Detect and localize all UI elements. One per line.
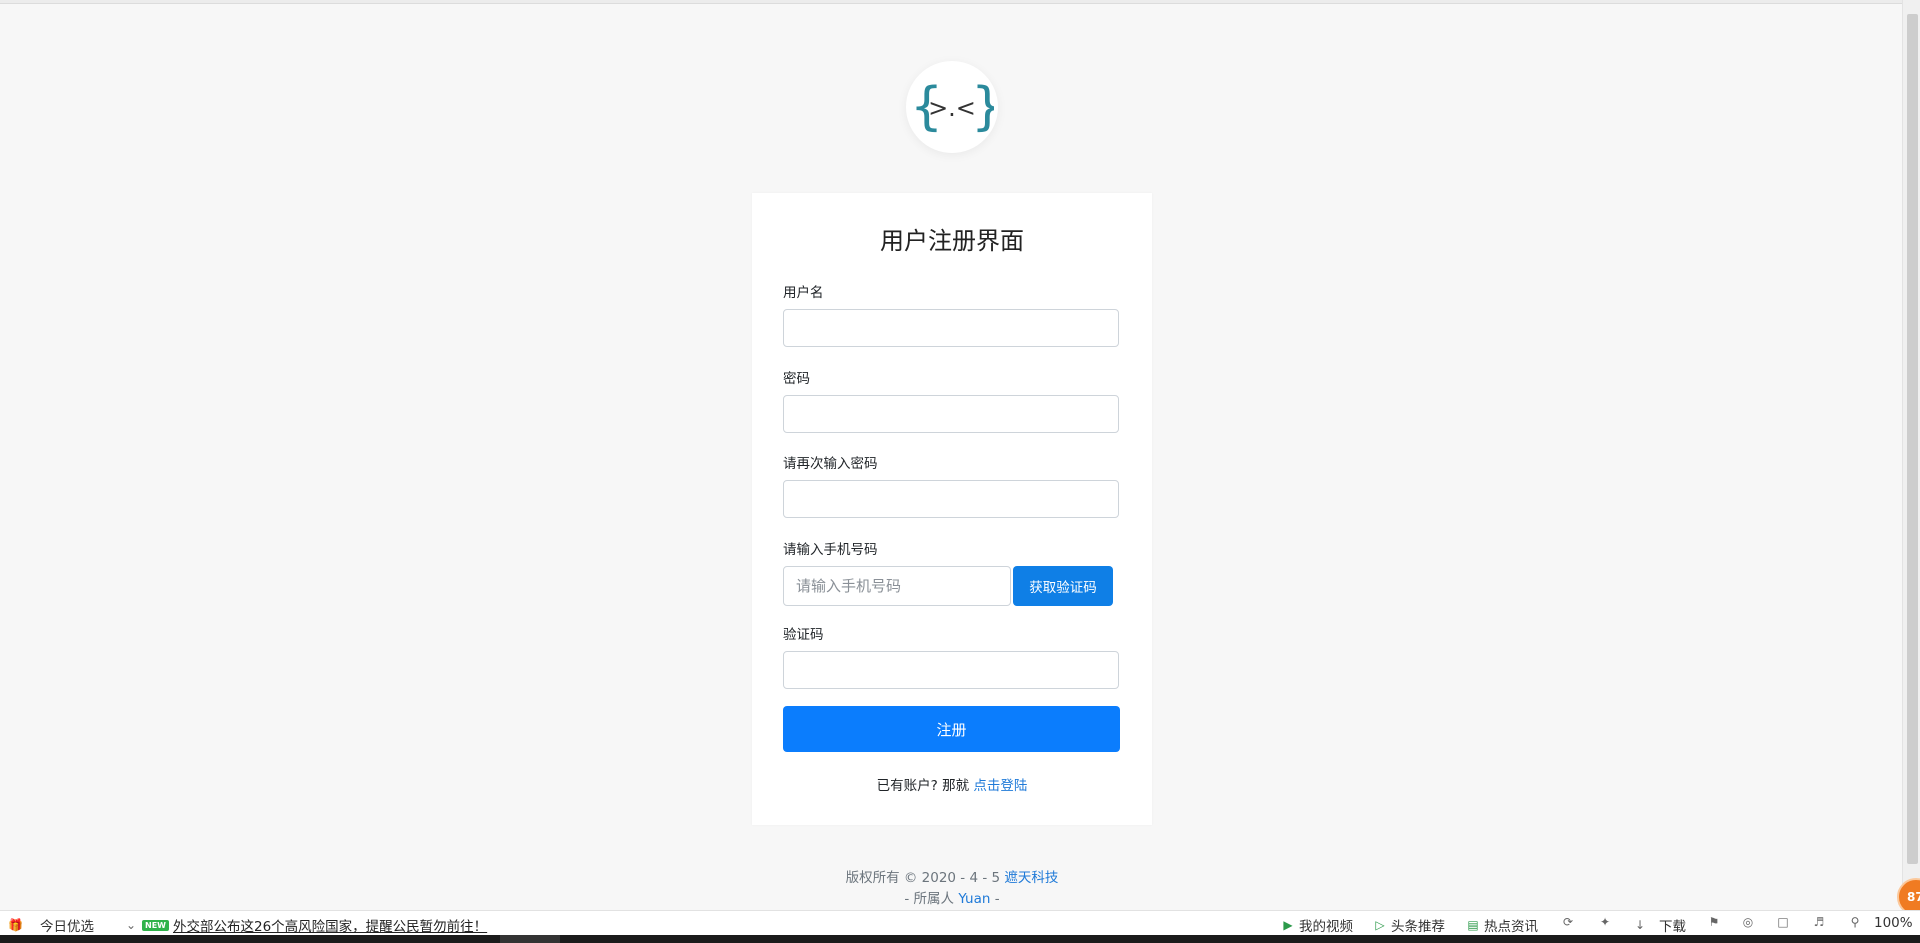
volume-icon[interactable]: ♬ xyxy=(1812,915,1826,929)
get-code-button[interactable]: 获取验证码 xyxy=(1013,566,1113,606)
news-icon: ▤ xyxy=(1467,918,1479,932)
play-circle-icon: ▷ xyxy=(1375,918,1385,932)
owner-link[interactable]: Yuan xyxy=(958,891,990,907)
phone-input[interactable] xyxy=(783,566,1011,606)
login-prompt: 已有账户? 那就 点击登陆 xyxy=(752,774,1152,794)
today-picks-label: 今日优选 xyxy=(40,919,94,935)
login-prompt-text: 已有账户? 那就 xyxy=(876,778,970,794)
browser-status-bar: 🎁 今日优选 ⌄ NEW 外交部公布这26个高风险国家，提醒公民暂勿前往！ ▶ … xyxy=(0,910,1920,936)
today-picks[interactable]: 🎁 今日优选 xyxy=(8,915,94,935)
browser-icon[interactable]: ◎ xyxy=(1741,915,1755,929)
username-input[interactable] xyxy=(783,309,1119,347)
logo-face-icon: { >.< } xyxy=(910,77,994,137)
flag-icon[interactable]: ⚑ xyxy=(1707,915,1721,929)
download[interactable]: ↓ 下载 xyxy=(1633,915,1686,935)
password-label: 密码 xyxy=(783,371,810,387)
new-badge: NEW xyxy=(142,919,169,931)
code-label: 验证码 xyxy=(783,627,824,643)
vertical-scrollbar[interactable] xyxy=(1902,0,1920,906)
register-button[interactable]: 注册 xyxy=(783,706,1120,752)
zoom-search-icon[interactable]: ⚲ xyxy=(1848,915,1862,929)
footer-owner: - 所属人 Yuan - xyxy=(752,887,1152,907)
hot-news-label: 热点资讯 xyxy=(1484,919,1538,935)
username-label: 用户名 xyxy=(783,285,824,301)
zoom-label: 100% xyxy=(1874,915,1913,931)
taskbar-strip xyxy=(0,935,1920,943)
register-card: 用户注册界面 用户名 密码 请再次输入密码 请输入手机号码 获取验证码 验证码 … xyxy=(752,193,1152,825)
footer-copyright: 版权所有 © 2020 - 4 - 5 遮天科技 xyxy=(752,866,1152,886)
taskbar-segment xyxy=(500,935,560,943)
login-link[interactable]: 点击登陆 xyxy=(973,778,1027,794)
window-icon[interactable]: □ xyxy=(1776,915,1790,929)
badge-count: 87 xyxy=(1907,890,1920,904)
download-label: 下载 xyxy=(1659,919,1686,935)
pin-icon[interactable]: ✦ xyxy=(1598,915,1612,929)
confirm-password-input[interactable] xyxy=(783,480,1119,518)
gift-icon: 🎁 xyxy=(8,918,23,932)
site-logo: { >.< } xyxy=(906,61,998,153)
zoom-level[interactable]: 100% xyxy=(1874,915,1913,931)
svg-text:}: } xyxy=(971,77,994,137)
password-input[interactable] xyxy=(783,395,1119,433)
headline-rec[interactable]: ▷ 头条推荐 xyxy=(1373,915,1445,935)
owner-suffix: - xyxy=(994,891,1000,907)
confirm-password-label: 请再次输入密码 xyxy=(783,456,878,472)
headline-label: 头条推荐 xyxy=(1391,919,1445,935)
company-link[interactable]: 遮天科技 xyxy=(1004,870,1058,886)
browser-top-border xyxy=(0,0,1920,4)
news-headline[interactable]: 外交部公布这26个高风险国家，提醒公民暂勿前往！ xyxy=(173,915,487,935)
video-icon: ▶ xyxy=(1283,918,1293,932)
page-title: 用户注册界面 xyxy=(880,227,1024,255)
scrollbar-thumb[interactable] xyxy=(1907,14,1918,864)
chevron-down-icon: ⌄ xyxy=(125,918,137,932)
code-input[interactable] xyxy=(783,651,1119,689)
refresh-icon[interactable]: ⟳ xyxy=(1561,915,1575,929)
my-video[interactable]: ▶ 我的视频 xyxy=(1281,915,1353,935)
svg-text:>.<: >.< xyxy=(928,94,976,122)
my-video-label: 我的视频 xyxy=(1299,919,1353,935)
phone-label: 请输入手机号码 xyxy=(783,542,878,558)
news-ticker[interactable]: ⌄ NEW 外交部公布这26个高风险国家，提醒公民暂勿前往！ xyxy=(124,915,487,935)
copyright-text: 版权所有 © 2020 - 4 - 5 xyxy=(845,870,1001,886)
hot-news[interactable]: ▤ 热点资讯 xyxy=(1466,915,1538,935)
owner-prefix: - 所属人 xyxy=(904,891,955,907)
download-icon: ↓ xyxy=(1634,918,1646,932)
